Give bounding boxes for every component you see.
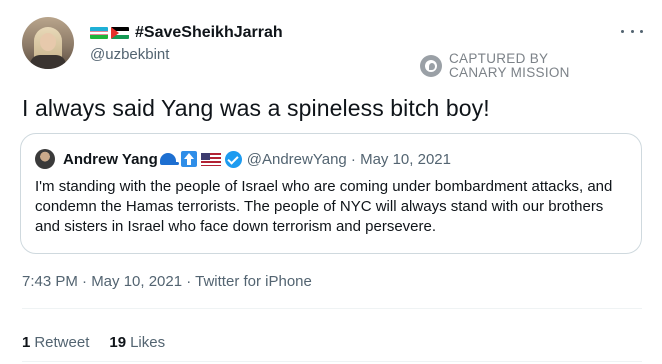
divider [22, 361, 642, 362]
watermark-line1: CAPTURED BY [449, 51, 549, 66]
retweets-label: Retweet [34, 334, 90, 351]
retweets-count: 1 [22, 334, 31, 351]
avatar-body [30, 55, 66, 69]
us-flag-icon [200, 152, 221, 166]
retweets-stat[interactable]: 1 Retweet [22, 334, 89, 351]
likes-count: 19 [109, 334, 127, 351]
tweet-card: #SaveSheikhJarrah @uzbekbint CAPTURED BY… [0, 0, 662, 364]
quoted-tweet[interactable]: Andrew Yang @AndrewYang · May 10, 2021 I… [20, 133, 642, 254]
watermark-line2: CANARY MISSION [449, 65, 570, 80]
divider [22, 308, 642, 309]
uzbekistan-flag-icon [90, 27, 108, 39]
likes-stat[interactable]: 19 Likes [109, 334, 165, 351]
engagement-stats: 1 Retweet 19 Likes [22, 334, 185, 351]
more-options-icon[interactable] [621, 26, 643, 36]
quoted-display-name: Andrew Yang [63, 150, 158, 168]
blue-cap-icon [159, 153, 179, 165]
quoted-handle-date: @AndrewYang · May 10, 2021 [246, 150, 451, 168]
quoted-tweet-header: Andrew Yang @AndrewYang · May 10, 2021 [35, 149, 451, 169]
user-avatar[interactable] [22, 17, 74, 69]
avatar-face [40, 33, 56, 51]
canary-logo-icon [420, 55, 442, 77]
user-handle[interactable]: @uzbekbint [90, 46, 169, 63]
quoted-avatar [35, 149, 55, 169]
tweet-text: I always said Yang was a spineless bitch… [22, 95, 490, 121]
up-arrow-icon [180, 151, 197, 167]
display-name-row[interactable]: #SaveSheikhJarrah [90, 23, 283, 43]
watermark: CAPTURED BY CANARY MISSION [420, 52, 570, 80]
palestine-flag-icon [111, 27, 129, 39]
likes-label: Likes [130, 334, 166, 351]
verified-badge-icon [224, 150, 242, 168]
tweet-timestamp[interactable]: 7:43 PM · May 10, 2021 · Twitter for iPh… [22, 273, 312, 290]
quoted-tweet-text: I'm standing with the people of Israel w… [35, 178, 613, 235]
display-name: #SaveSheikhJarrah [135, 24, 283, 41]
